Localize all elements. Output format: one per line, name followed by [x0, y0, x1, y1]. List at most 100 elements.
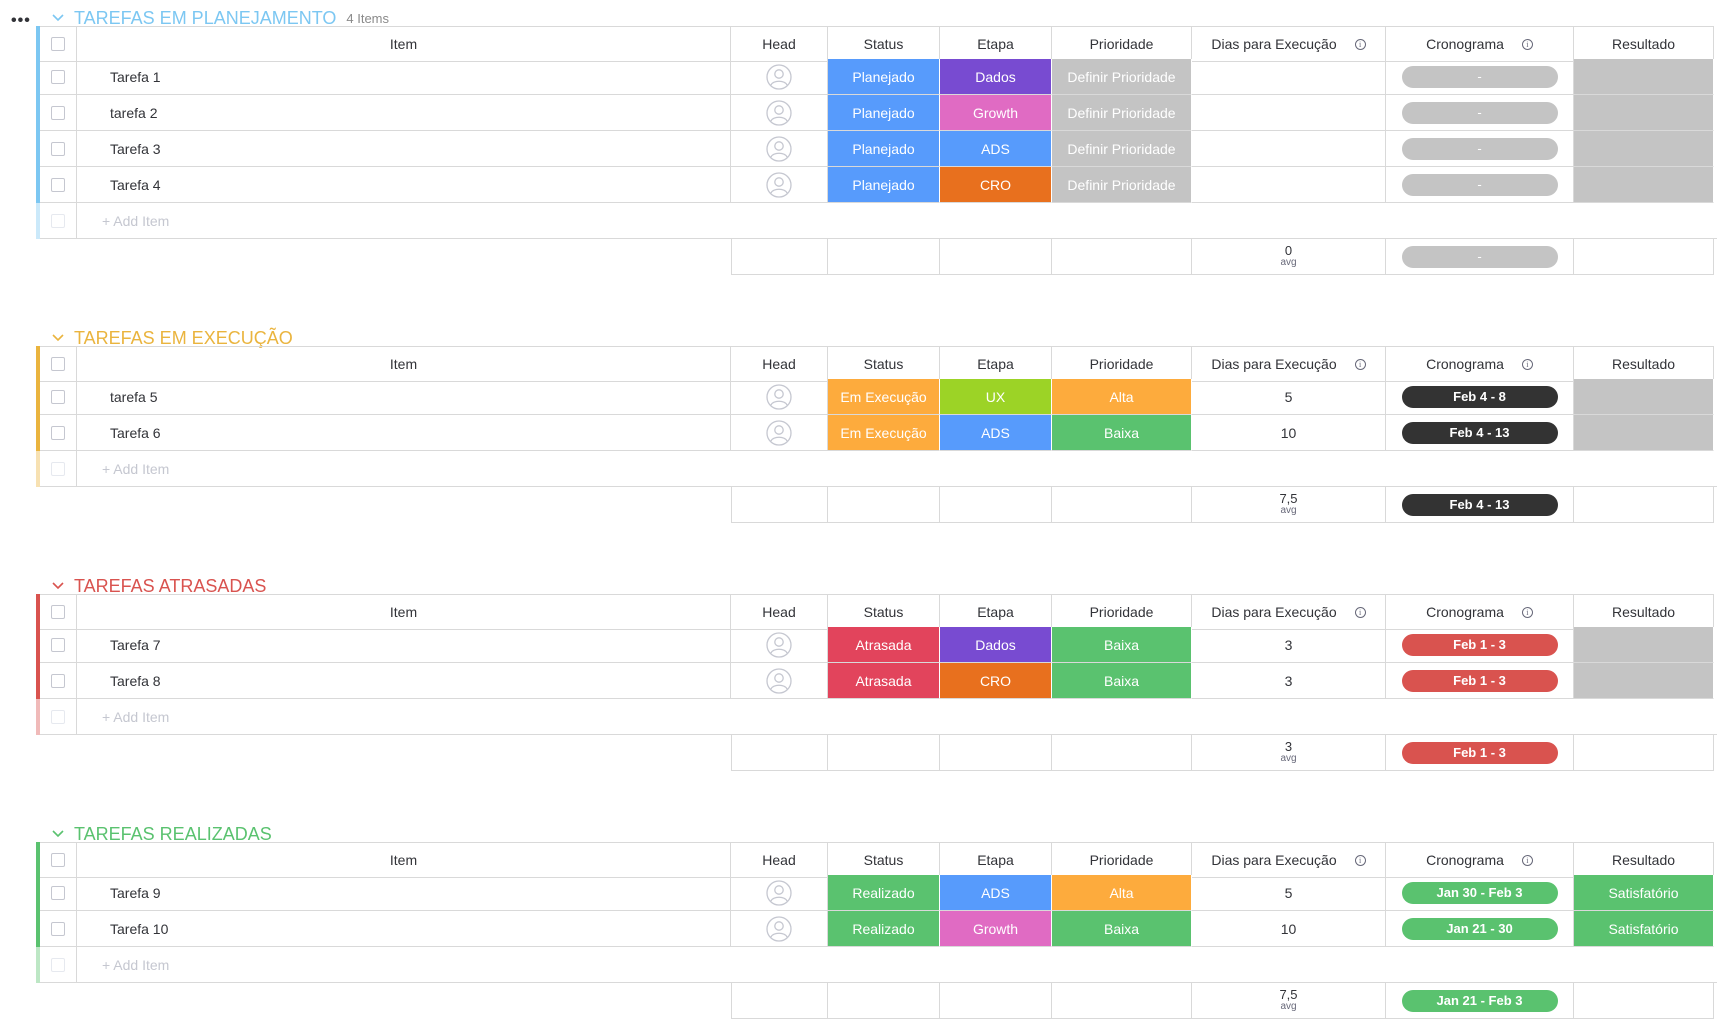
chevron-down-icon[interactable] — [48, 8, 68, 28]
column-header-status[interactable]: Status — [828, 26, 940, 62]
info-icon[interactable]: i — [1354, 854, 1366, 866]
column-header-dias[interactable]: Dias para Execução i — [1192, 26, 1386, 62]
dias-cell[interactable]: 10 — [1192, 911, 1386, 947]
row-checkbox[interactable] — [51, 921, 65, 936]
head-cell[interactable] — [731, 167, 828, 203]
item-name[interactable]: Tarefa 3 — [110, 141, 161, 157]
timeline-pill[interactable]: - — [1401, 65, 1558, 88]
person-icon[interactable] — [766, 915, 792, 942]
dias-cell[interactable] — [1192, 167, 1386, 203]
timeline-pill[interactable]: - — [1401, 101, 1558, 124]
dias-cell[interactable]: 3 — [1192, 663, 1386, 699]
dias-cell[interactable] — [1192, 59, 1386, 95]
prioridade-label[interactable]: Baixa — [1052, 415, 1192, 451]
item-name-cell[interactable]: Tarefa 3 — [77, 131, 731, 167]
chevron-down-icon[interactable] — [48, 824, 68, 844]
select-all-checkbox[interactable] — [51, 357, 65, 371]
item-name[interactable]: tarefa 2 — [110, 105, 157, 121]
table-row[interactable]: Tarefa 6 Em Execução ADS Baixa 10 Feb 4 - 13 — [36, 415, 1714, 451]
info-icon[interactable]: i — [1521, 38, 1533, 50]
table-row[interactable]: Tarefa 10 Realizado Growth Baixa 10 Jan 21 - … — [36, 911, 1714, 947]
etapa-label[interactable]: Growth — [940, 911, 1052, 947]
column-header-prioridade[interactable]: Prioridade — [1052, 26, 1192, 62]
table-row[interactable]: tarefa 2 Planejado Growth Definir Prioridad… — [36, 95, 1714, 131]
table-row[interactable]: Tarefa 8 Atrasada CRO Baixa 3 Feb 1 - 3 — [36, 663, 1714, 699]
column-header-etapa[interactable]: Etapa — [940, 26, 1052, 62]
column-header-status[interactable]: Status — [828, 842, 940, 878]
row-checkbox[interactable] — [51, 69, 65, 84]
status-label[interactable]: Atrasada — [828, 627, 940, 663]
prioridade-label[interactable]: Alta — [1052, 379, 1192, 415]
status-label[interactable]: Planejado — [828, 131, 940, 167]
dias-cell[interactable]: 5 — [1192, 875, 1386, 911]
timeline-pill[interactable]: Feb 4 - 8 — [1401, 385, 1558, 408]
head-cell[interactable] — [731, 911, 828, 947]
column-header-item[interactable]: Item — [77, 26, 731, 62]
timeline-pill[interactable]: - — [1401, 137, 1558, 160]
cronograma-cell[interactable]: Feb 4 - 8 — [1386, 379, 1574, 415]
etapa-label[interactable]: CRO — [940, 663, 1052, 699]
resultado-label[interactable] — [1574, 59, 1714, 95]
item-name[interactable]: Tarefa 4 — [110, 177, 161, 193]
column-header-resultado[interactable]: Resultado — [1574, 842, 1714, 878]
head-cell[interactable] — [731, 95, 828, 131]
resultado-label[interactable] — [1574, 131, 1714, 167]
column-header-prioridade[interactable]: Prioridade — [1052, 842, 1192, 878]
person-icon[interactable] — [766, 383, 792, 410]
prioridade-label[interactable]: Alta — [1052, 875, 1192, 911]
table-row[interactable]: Tarefa 7 Atrasada Dados Baixa 3 Feb 1 - 3 — [36, 627, 1714, 663]
prioridade-label[interactable]: Definir Prioridade — [1052, 167, 1192, 203]
column-header-head[interactable]: Head — [731, 26, 828, 62]
head-cell[interactable] — [731, 379, 828, 415]
person-icon[interactable] — [766, 419, 792, 446]
cronograma-cell[interactable]: Feb 1 - 3 — [1386, 663, 1574, 699]
head-cell[interactable] — [731, 663, 828, 699]
prioridade-label[interactable]: Definir Prioridade — [1052, 131, 1192, 167]
person-icon[interactable] — [766, 63, 792, 90]
item-name[interactable]: Tarefa 6 — [110, 425, 161, 441]
etapa-label[interactable]: ADS — [940, 875, 1052, 911]
row-checkbox[interactable] — [51, 637, 65, 652]
etapa-label[interactable]: CRO — [940, 167, 1052, 203]
person-icon[interactable] — [766, 879, 792, 906]
column-header-resultado[interactable]: Resultado — [1574, 346, 1714, 382]
row-checkbox[interactable] — [51, 885, 65, 900]
column-header-cronograma[interactable]: Cronograma i — [1386, 26, 1574, 62]
board-menu-button[interactable]: ••• — [11, 12, 31, 30]
column-header-cronograma[interactable]: Cronograma i — [1386, 842, 1574, 878]
resultado-label[interactable] — [1574, 95, 1714, 131]
status-label[interactable]: Realizado — [828, 875, 940, 911]
info-icon[interactable]: i — [1521, 606, 1533, 618]
table-row[interactable]: Tarefa 3 Planejado ADS Definir Prioridade - — [36, 131, 1714, 167]
cronograma-cell[interactable]: Feb 1 - 3 — [1386, 627, 1574, 663]
resultado-label[interactable]: Satisfatório — [1574, 875, 1714, 911]
column-header-dias[interactable]: Dias para Execução i — [1192, 594, 1386, 630]
row-checkbox[interactable] — [51, 177, 65, 192]
person-icon[interactable] — [766, 135, 792, 162]
prioridade-label[interactable]: Baixa — [1052, 663, 1192, 699]
item-name-cell[interactable]: Tarefa 1 — [77, 59, 731, 95]
column-header-etapa[interactable]: Etapa — [940, 842, 1052, 878]
column-header-dias[interactable]: Dias para Execução i — [1192, 842, 1386, 878]
prioridade-label[interactable]: Baixa — [1052, 911, 1192, 947]
row-checkbox[interactable] — [51, 673, 65, 688]
dias-cell[interactable]: 5 — [1192, 379, 1386, 415]
etapa-label[interactable]: Dados — [940, 59, 1052, 95]
row-checkbox[interactable] — [51, 389, 65, 404]
person-icon[interactable] — [766, 667, 792, 694]
cronograma-cell[interactable]: - — [1386, 131, 1574, 167]
column-header-status[interactable]: Status — [828, 346, 940, 382]
item-name-cell[interactable]: Tarefa 4 — [77, 167, 731, 203]
column-header-resultado[interactable]: Resultado — [1574, 594, 1714, 630]
column-header-dias[interactable]: Dias para Execução i — [1192, 346, 1386, 382]
resultado-label[interactable] — [1574, 663, 1714, 699]
item-name-cell[interactable]: Tarefa 7 — [77, 627, 731, 663]
resultado-label[interactable]: Satisfatório — [1574, 911, 1714, 947]
timeline-pill[interactable]: Feb 1 - 3 — [1401, 669, 1558, 692]
column-header-item[interactable]: Item — [77, 842, 731, 878]
dias-cell[interactable]: 3 — [1192, 627, 1386, 663]
item-name[interactable]: Tarefa 7 — [110, 637, 161, 653]
etapa-label[interactable]: ADS — [940, 415, 1052, 451]
timeline-pill[interactable]: Feb 4 - 13 — [1401, 421, 1558, 444]
column-header-item[interactable]: Item — [77, 346, 731, 382]
